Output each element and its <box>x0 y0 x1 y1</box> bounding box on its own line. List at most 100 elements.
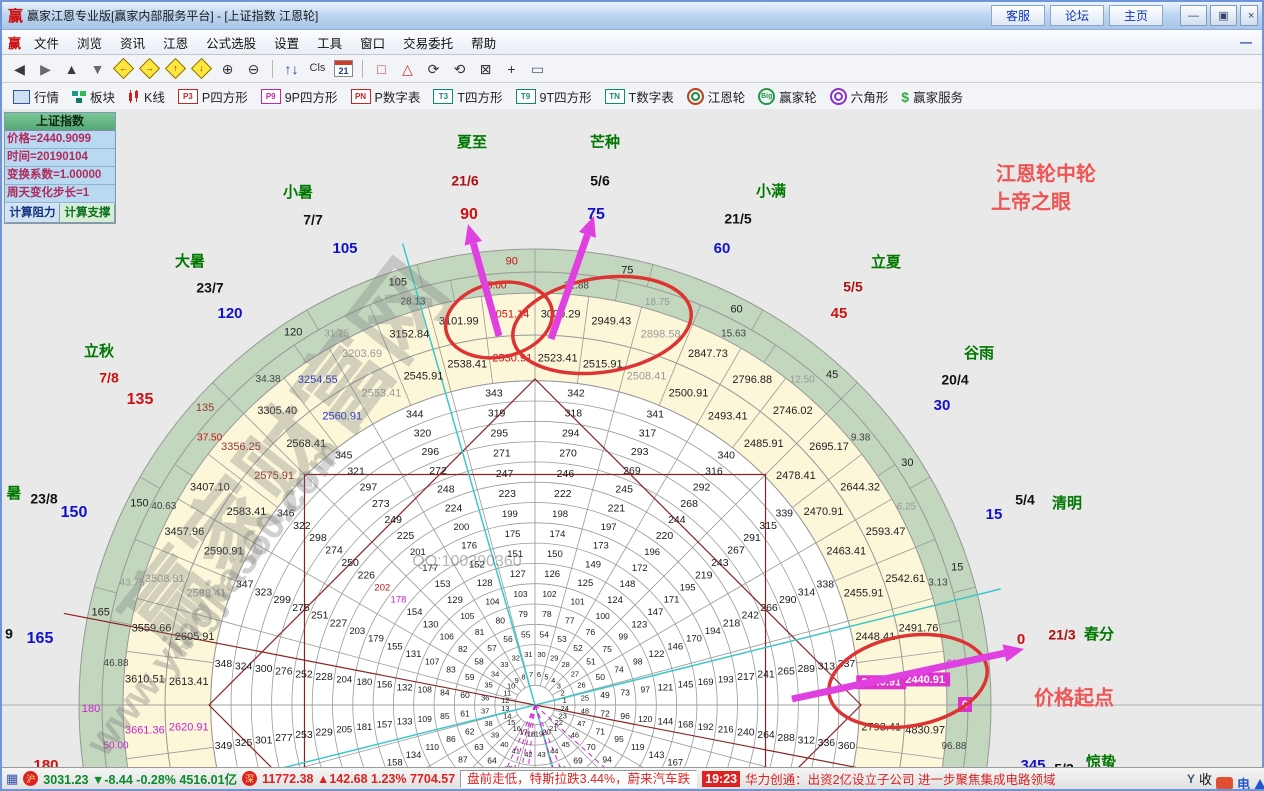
svg-text:2500.91: 2500.91 <box>669 388 709 400</box>
zoom-out-button[interactable]: ⊖ <box>241 57 266 80</box>
close-button[interactable]: × <box>1240 5 1258 26</box>
pan-up-button[interactable]: ↑ <box>163 57 188 80</box>
triangle-tool-button[interactable]: △ <box>395 57 420 80</box>
rotate-cw-button[interactable]: ⟳ <box>421 57 446 80</box>
quick-button-0[interactable]: 客服 <box>991 5 1045 26</box>
calc-resistance-button[interactable]: 计算阻力 <box>5 203 60 223</box>
svg-text:204: 204 <box>336 674 352 685</box>
svg-text:2470.91: 2470.91 <box>804 506 844 518</box>
menu-item-5[interactable]: 设置 <box>265 30 308 55</box>
calc-support-button[interactable]: 计算支撑 <box>60 203 115 223</box>
rotate-right-button[interactable]: ▼ <box>85 57 110 80</box>
menu-item-2[interactable]: 资讯 <box>111 30 154 55</box>
svg-text:60: 60 <box>460 690 470 700</box>
marker-arrow <box>465 224 482 246</box>
toolbar-separator <box>272 60 273 78</box>
svg-text:49: 49 <box>600 690 610 700</box>
p-square-button[interactable]: P3P四方形 <box>173 85 253 108</box>
svg-text:105: 105 <box>460 611 474 621</box>
mdi-minimize-button[interactable]: — <box>1240 35 1262 49</box>
menu-item-9[interactable]: 帮助 <box>462 30 505 55</box>
svg-text:200: 200 <box>453 522 469 533</box>
pan-left-button[interactable]: ← <box>111 57 136 80</box>
svg-text:338: 338 <box>817 579 835 591</box>
tray-icon-orange[interactable] <box>1216 777 1233 789</box>
svg-text:173: 173 <box>593 541 609 552</box>
svg-text:266: 266 <box>760 602 778 614</box>
pan-down-button[interactable]: ↓ <box>189 57 214 80</box>
svg-text:2: 2 <box>561 689 565 698</box>
9t-square-label: 9T四方形 <box>540 87 592 106</box>
menu-item-6[interactable]: 工具 <box>308 30 351 55</box>
menu-item-7[interactable]: 窗口 <box>351 30 394 55</box>
svg-text:150: 150 <box>130 497 148 509</box>
9p-square-button[interactable]: P99P四方形 <box>256 85 343 108</box>
quote-grid-icon[interactable]: ▦ <box>6 771 18 787</box>
wheel-label: 5/6 <box>590 173 610 189</box>
svg-text:30: 30 <box>537 650 545 659</box>
svg-text:293: 293 <box>631 446 649 458</box>
svg-text:349: 349 <box>215 740 233 752</box>
svg-text:174: 174 <box>550 529 566 540</box>
winner-service-button[interactable]: $赢家服务 <box>896 85 968 108</box>
svg-text:315: 315 <box>759 520 777 532</box>
pan-right-button[interactable]: → <box>137 57 162 80</box>
svg-text:87: 87 <box>458 755 468 765</box>
menu-item-0[interactable]: 文件 <box>25 30 68 55</box>
svg-text:193: 193 <box>718 674 734 685</box>
menu-item-8[interactable]: 交易委托 <box>394 30 462 55</box>
svg-text:336: 336 <box>818 737 836 749</box>
tray-icon-triangle[interactable] <box>1254 779 1264 789</box>
nav-right-button[interactable]: ▶ <box>33 57 58 80</box>
winner-wheel-button[interactable]: Big赢家轮 <box>753 85 822 108</box>
zoom-in-button[interactable]: ⊕ <box>215 57 240 80</box>
wheel-label: 春分 <box>1084 625 1114 643</box>
news-flash-text[interactable]: 华力创通：出资2亿设立子公司 进一步聚焦集成电路领域 <box>745 769 1055 788</box>
gann-wheel-chart: 1234567891011121314151617181920212223242… <box>2 109 1262 768</box>
quick-button-2[interactable]: 主页 <box>1109 5 1163 26</box>
9t-square-button[interactable]: T99T四方形 <box>511 85 597 108</box>
nav-left-button[interactable]: ◀ <box>7 57 32 80</box>
menu-item-4[interactable]: 公式选股 <box>197 30 265 55</box>
gann-wheel-button[interactable]: 江恩轮 <box>682 85 751 108</box>
menu-item-3[interactable]: 江恩 <box>154 30 197 55</box>
x-box-button[interactable]: ⊠ <box>473 57 498 80</box>
menu-item-1[interactable]: 浏览 <box>68 30 111 55</box>
news-ticker-box[interactable]: 盘前走低，特斯拉跌3.44%，蔚来汽车跌 <box>460 770 697 788</box>
hexagon-button[interactable]: 六角形 <box>825 85 894 108</box>
kline-button[interactable]: K线 <box>123 85 170 108</box>
svg-text:101: 101 <box>570 597 584 607</box>
quotes-icon <box>13 90 30 104</box>
quote-panel: 上证指数 价格=2440.9099时间=20190104变换系数=1.00000… <box>4 112 116 224</box>
svg-text:169: 169 <box>698 677 714 688</box>
gann-wheel-label: 江恩轮 <box>708 87 746 106</box>
p-table-button[interactable]: PNP数字表 <box>346 85 426 108</box>
screen-tool-button[interactable]: ▭ <box>525 57 550 80</box>
t-square-button[interactable]: T3T四方形 <box>428 85 507 108</box>
svg-text:250: 250 <box>341 557 359 569</box>
svg-text:265: 265 <box>777 666 795 678</box>
kline-label: K线 <box>144 87 165 106</box>
cls-button[interactable]: Cls <box>305 57 330 80</box>
svg-text:61: 61 <box>460 708 470 718</box>
quotes-button[interactable]: 行情 <box>8 85 64 108</box>
rotate-left-button[interactable]: ▲ <box>59 57 84 80</box>
center-cross-button[interactable]: + <box>499 57 524 80</box>
minimize-button[interactable]: — <box>1180 5 1207 26</box>
panel-row-2: 变换系数=1.00000 <box>5 167 115 185</box>
wheel-label: 75 <box>587 206 605 223</box>
t-table-button[interactable]: TNT数字表 <box>600 85 679 108</box>
svg-text:271: 271 <box>493 448 511 460</box>
calendar-button[interactable]: 21 <box>331 57 356 80</box>
sectors-button[interactable]: 板块 <box>67 85 120 108</box>
tray-icon-ime[interactable]: 电 <box>1237 774 1250 789</box>
menu-bar: 赢 文件浏览资讯江恩公式选股设置工具窗口交易委托帮助 — <box>2 30 1262 55</box>
square-tool-button[interactable]: □ <box>369 57 394 80</box>
wheel-label: 7/8 <box>99 370 119 386</box>
rotate-ccw-button[interactable]: ⟲ <box>447 57 472 80</box>
quick-button-1[interactable]: 论坛 <box>1050 5 1104 26</box>
svg-text:46: 46 <box>571 731 579 740</box>
restore-button[interactable]: ▣ <box>1210 5 1237 26</box>
svg-text:4: 4 <box>551 676 555 685</box>
t-updown-button[interactable]: ↑↓ <box>279 57 304 80</box>
